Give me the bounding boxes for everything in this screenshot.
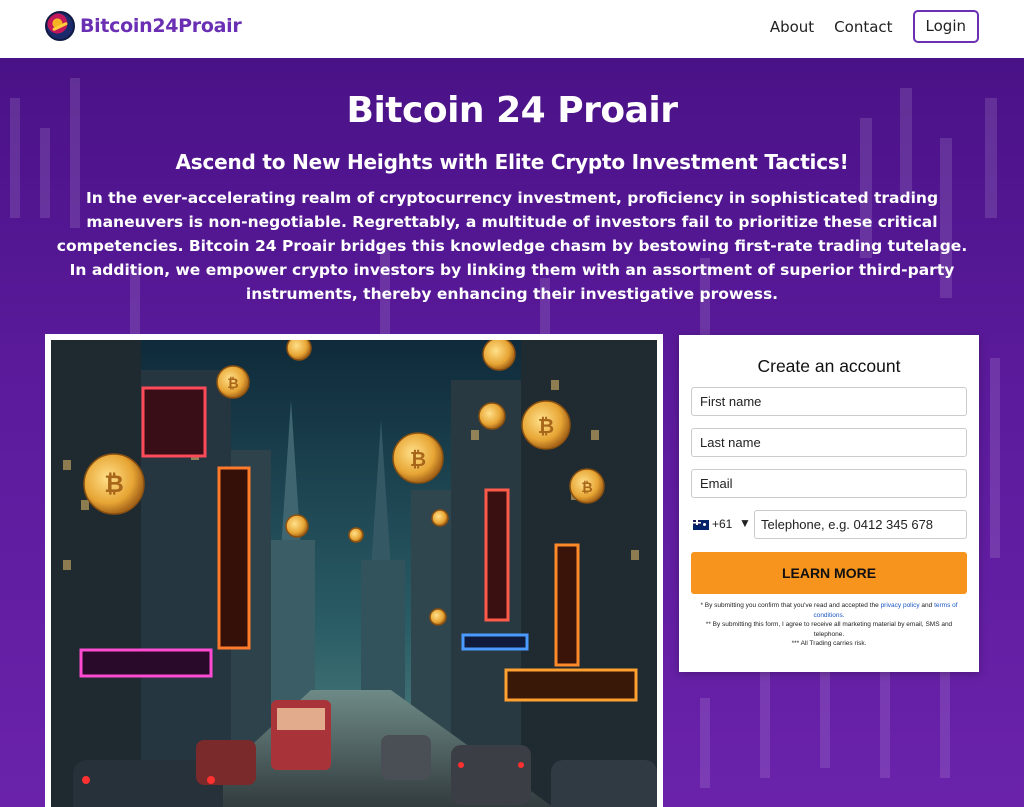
site-header: Bitcoin24Proair About Contact Login: [0, 0, 1024, 58]
first-name-field[interactable]: First name: [691, 387, 967, 416]
svg-text:₿: ₿: [104, 470, 124, 498]
signup-form: Create an account First name Last name E…: [679, 335, 979, 672]
hero-subtitle: Ascend to New Heights with Elite Crypto …: [175, 150, 849, 174]
country-code-select[interactable]: +61 ▼: [691, 510, 753, 539]
phone-row: +61 ▼ Telephone, e.g. 0412 345 678: [691, 510, 967, 539]
telephone-field[interactable]: Telephone, e.g. 0412 345 678: [754, 510, 967, 539]
dial-code: +61: [712, 517, 733, 531]
login-button[interactable]: Login: [912, 10, 979, 43]
disclaimer-line2: ** By submitting this form, I agree to r…: [705, 621, 953, 638]
hero-description: In the ever-accelerating realm of crypto…: [56, 189, 968, 303]
australia-flag-icon: [693, 520, 709, 530]
main-nav: About Contact Login: [770, 10, 979, 43]
learn-more-button[interactable]: LEARN MORE: [691, 552, 967, 594]
bitcoin-logo-icon: [45, 11, 75, 41]
svg-text:₿: ₿: [581, 480, 592, 496]
disclaimer-and: and: [921, 602, 933, 609]
logo-text: Bitcoin24Proair: [80, 15, 242, 37]
disclaimer-line1: * By submitting you confirm that you've …: [700, 602, 879, 609]
dropdown-caret-icon: ▼: [739, 516, 751, 530]
form-title: Create an account: [757, 356, 901, 376]
hero-image-card: ₿ ₿ ₿ ₿ ₿: [45, 334, 663, 807]
svg-text:₿: ₿: [410, 447, 426, 471]
neon-city-bitcoin-illustration: ₿ ₿ ₿ ₿ ₿: [51, 340, 657, 807]
svg-text:₿: ₿: [538, 414, 554, 438]
disclaimer-line3: *** All Trading carries risk.: [791, 640, 867, 647]
form-disclaimer: * By submitting you confirm that you've …: [695, 601, 963, 649]
hero-title: Bitcoin 24 Proair: [346, 90, 678, 131]
svg-text:₿: ₿: [227, 376, 238, 392]
hero-section: Bitcoin 24 Proair Ascend to New Heights …: [0, 58, 1024, 807]
email-field[interactable]: Email: [691, 469, 967, 498]
privacy-policy-link[interactable]: privacy policy: [881, 602, 920, 609]
last-name-field[interactable]: Last name: [691, 428, 967, 457]
nav-about-link[interactable]: About: [770, 18, 814, 36]
nav-contact-link[interactable]: Contact: [834, 18, 892, 36]
logo[interactable]: Bitcoin24Proair: [45, 11, 242, 41]
